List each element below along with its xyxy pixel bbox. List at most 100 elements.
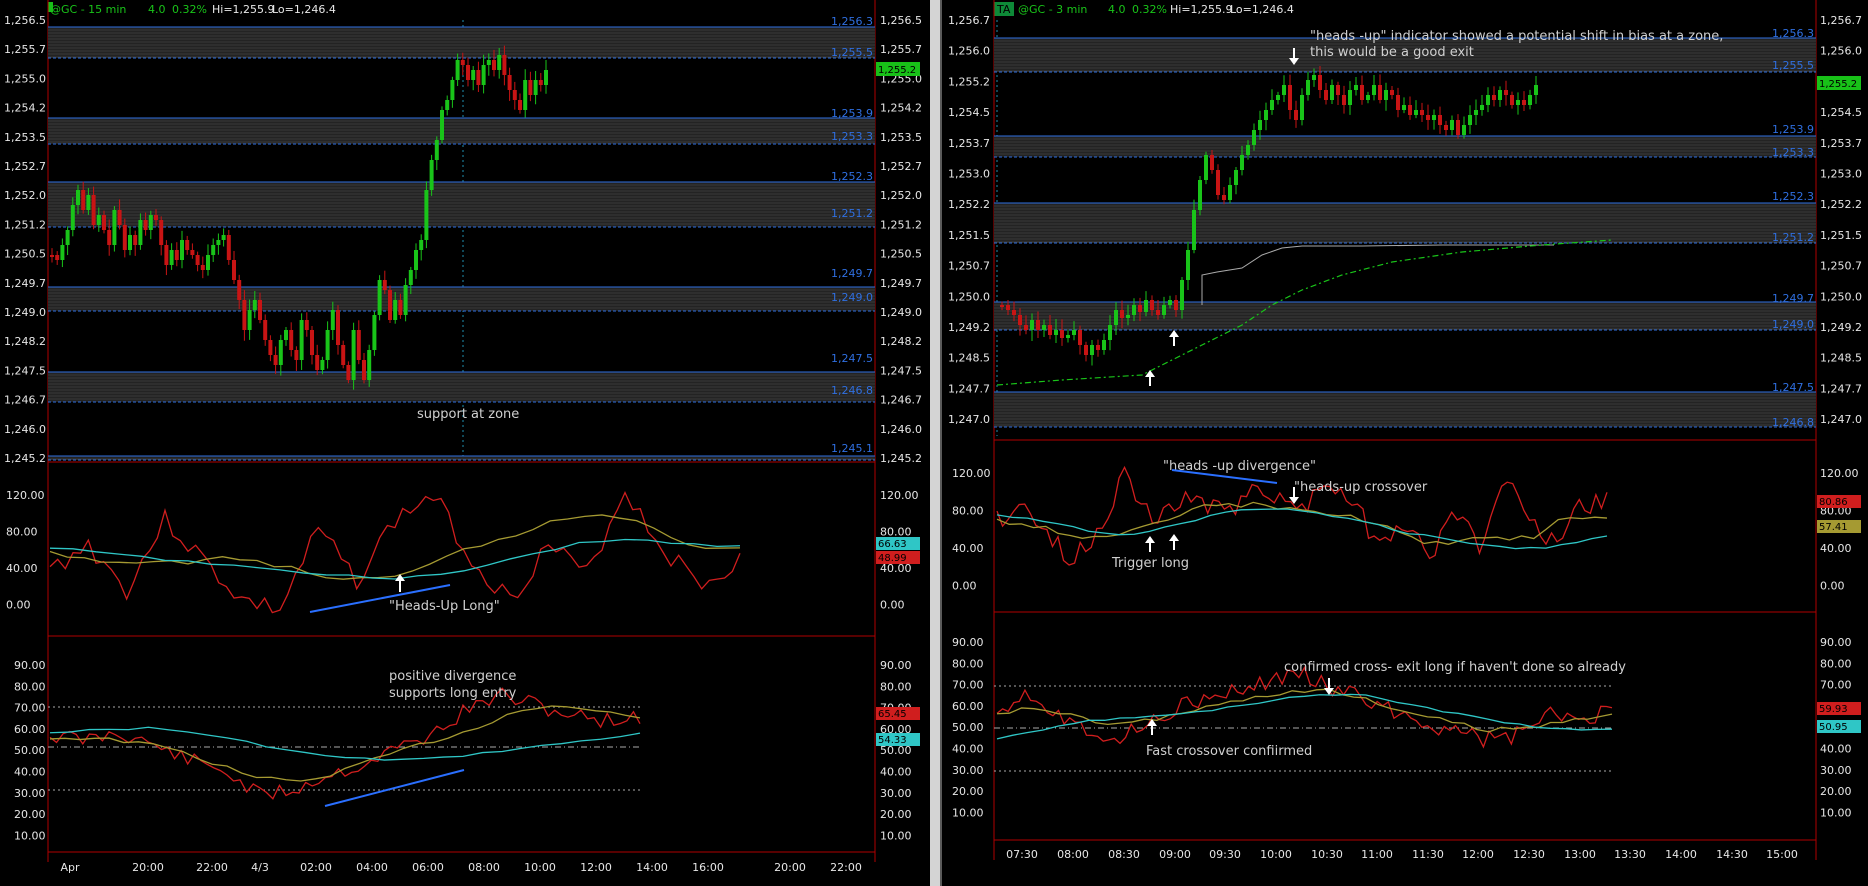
osc2-tick-right: 90.00	[1820, 636, 1852, 649]
price-tick-left: 1,254.2	[4, 102, 46, 115]
osc2-tick-left: 90.00	[952, 636, 984, 649]
zone-label: 1,245.1	[831, 442, 873, 455]
osc1-tick-right: 80.00	[880, 526, 912, 539]
candle-body	[1462, 125, 1466, 135]
left-chart-window[interactable]: @GC - 15 min 4.0 0.32% Hi=1,255.9 Lo=1,2…	[0, 0, 930, 886]
time-tick: 14:00	[636, 861, 668, 874]
candle-body	[299, 320, 304, 360]
zone-label: 1,256.3	[831, 15, 873, 28]
price-tick-right: 1,249.7	[880, 277, 922, 290]
candle-body	[242, 300, 247, 330]
osc2-tick-right: 90.00	[880, 659, 912, 672]
candle-body	[133, 235, 138, 245]
candle-body	[122, 225, 127, 250]
candle-body	[336, 310, 340, 345]
candle-body	[523, 80, 528, 110]
candle-body	[1468, 115, 1472, 125]
price-tick-right: 1,250.5	[880, 248, 922, 261]
candle-body	[143, 220, 148, 230]
candle-body	[424, 190, 429, 240]
annotation-confirmed-cross: confirmed cross- exit long if haven't do…	[1284, 660, 1626, 675]
candle-body	[1360, 85, 1364, 100]
candle-body	[268, 340, 273, 355]
osc2-tick-right: 30.00	[880, 787, 912, 800]
candle-body	[1510, 95, 1514, 105]
right-chart-svg[interactable]: TA @GC - 3 min 4.0 0.32% Hi=1,255.9 Lo=1…	[942, 0, 1868, 886]
annotation-hu-crossover: "heads-up crossover	[1294, 480, 1428, 495]
time-tick: 07:30	[1006, 848, 1038, 861]
price-tick-left: 1,249.2	[948, 321, 990, 334]
left-chart-svg[interactable]: @GC - 15 min 4.0 0.32% Hi=1,255.9 Lo=1,2…	[0, 0, 930, 886]
header-lo: Lo=1,246.4	[272, 3, 336, 16]
right-chart-window[interactable]: TA @GC - 3 min 4.0 0.32% Hi=1,255.9 Lo=1…	[940, 0, 1868, 886]
candle-body	[1270, 100, 1274, 110]
zone-label: 1,247.5	[1772, 381, 1814, 394]
candle-body	[1204, 155, 1208, 180]
price-tick-right: 1,249.2	[1820, 321, 1862, 334]
candle-body	[1450, 120, 1454, 130]
osc1-tick-right: 120.00	[1820, 467, 1859, 480]
zone-label: 1,255.5	[1772, 59, 1814, 72]
osc2-fast-line	[996, 665, 1613, 749]
candle-body	[190, 250, 195, 255]
osc2-value-2: 54.33	[878, 735, 907, 746]
osc2-lines	[49, 687, 641, 800]
price-tick-right: 1,245.2	[880, 452, 922, 465]
window-divider[interactable]	[930, 0, 940, 886]
candle-body	[278, 340, 283, 365]
zone-bands	[994, 37, 1816, 428]
osc2-value-2: 50.95	[1819, 722, 1848, 733]
candle-body	[1414, 110, 1418, 115]
candle-body	[450, 80, 455, 100]
candle-body	[1168, 300, 1172, 305]
candle-body	[169, 250, 174, 265]
annotation-pos-div-1: positive divergence	[389, 669, 516, 684]
candle-body	[1072, 330, 1076, 335]
time-tick: 12:00	[580, 861, 612, 874]
candle-body	[1516, 100, 1520, 105]
candle-body	[1078, 330, 1082, 345]
osc2-tick-right: 70.00	[1820, 679, 1852, 692]
candle-body	[70, 205, 75, 230]
candle-body	[226, 235, 231, 260]
candle-body	[50, 255, 54, 257]
candle-body	[476, 70, 481, 85]
osc1-tick-left: 40.00	[952, 542, 984, 555]
candle-body	[91, 195, 96, 225]
candle-body	[1108, 325, 1112, 340]
time-tick: 22:00	[196, 861, 228, 874]
time-tick: 08:30	[1108, 848, 1140, 861]
candle-body	[1162, 305, 1166, 315]
price-tick-left: 1,248.5	[948, 352, 990, 365]
osc1-tick-left: 80.00	[6, 526, 38, 539]
osc2-tick-right: 10.00	[1820, 806, 1852, 819]
candle-body	[1420, 110, 1424, 115]
candle-body	[1276, 95, 1280, 100]
header-pct: 0.32%	[1132, 3, 1167, 16]
price-tick-right: 1,252.2	[1820, 198, 1862, 211]
candle-body	[128, 235, 132, 250]
candle-body	[388, 290, 392, 320]
zone-label: 1,255.5	[831, 46, 873, 59]
osc2-tick-left: 60.00	[952, 700, 984, 713]
time-tick: 20:00	[132, 861, 164, 874]
candle-body	[112, 210, 117, 245]
price-tick-right: 1,251.2	[880, 218, 922, 231]
osc2-tick-left: 20.00	[952, 785, 984, 798]
zone-label: 1,251.2	[1772, 231, 1814, 244]
price-tick-left: 1,252.7	[4, 160, 46, 173]
osc1-mid-line	[49, 514, 741, 580]
osc2-tick-left: 30.00	[14, 787, 46, 800]
zone-label: 1,252.3	[831, 170, 873, 183]
candle-body	[1432, 115, 1436, 120]
candle-body	[330, 310, 335, 330]
candle-body	[393, 300, 398, 320]
candle-body	[1348, 90, 1352, 105]
candle-body	[310, 330, 314, 355]
osc2-tick-right: 80.00	[880, 680, 912, 693]
time-tick: 10:00	[524, 861, 556, 874]
price-tick-left: 1,252.0	[4, 189, 46, 202]
price-tick-left: 1,251.5	[948, 229, 990, 242]
osc1-lines	[49, 490, 741, 614]
osc2-tick-left: 10.00	[14, 829, 46, 842]
